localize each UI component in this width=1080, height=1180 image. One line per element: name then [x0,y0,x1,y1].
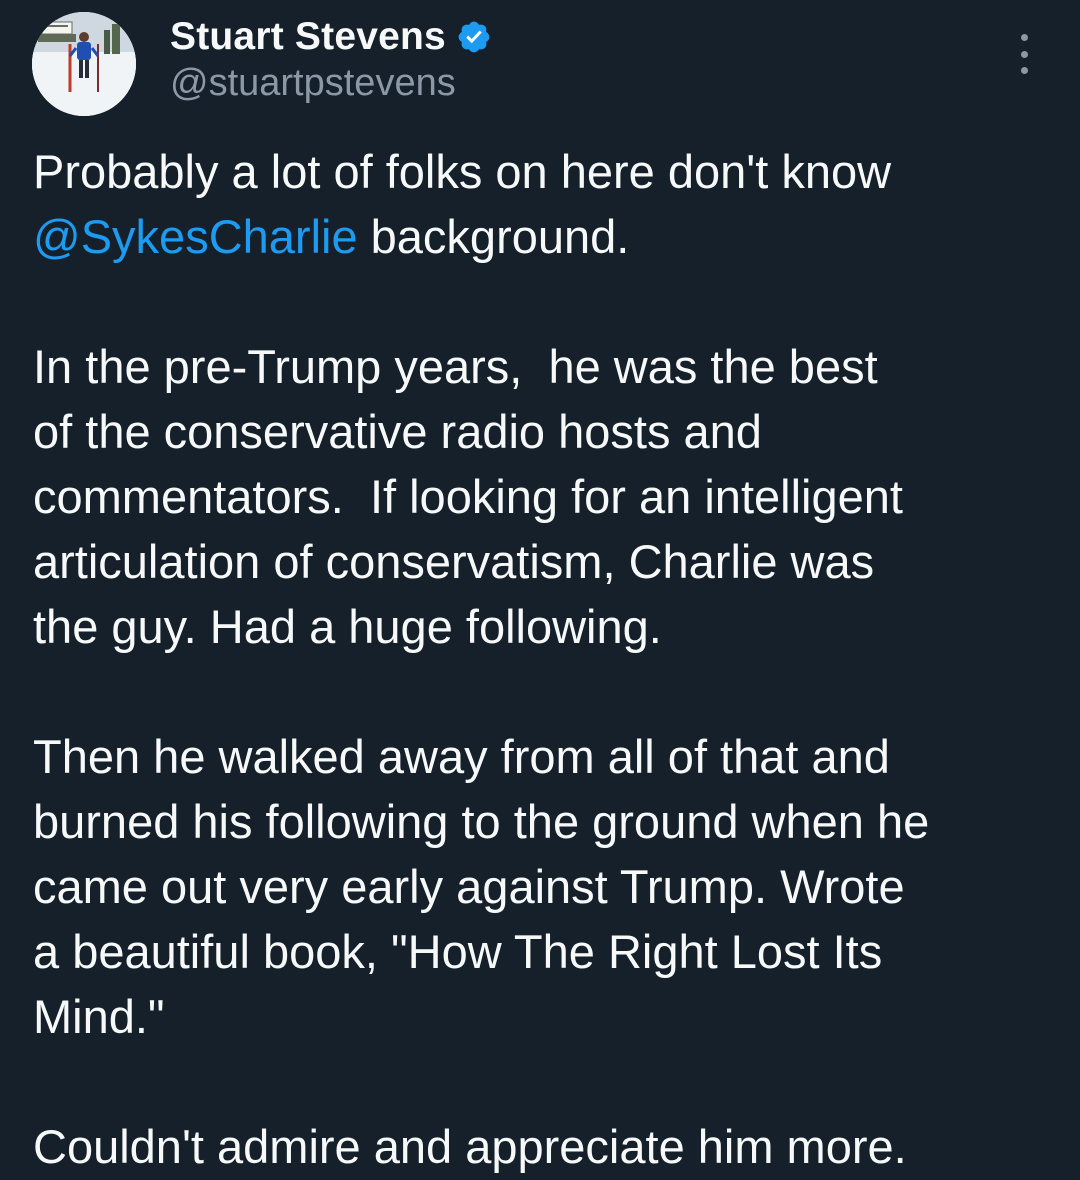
more-dot [1020,50,1028,58]
tweet-text: Probably a lot of folks on here don't kn… [33,139,1050,1179]
more-dot [1020,34,1028,41]
p3-line: a beautiful book, "How The Right Lost It… [33,925,883,978]
display-name-row: Stuart Stevens [170,14,492,60]
paragraph-2: In the pre-Trump years, he was the best o… [33,334,1050,659]
author-avatar[interactable] [32,12,136,116]
p2-line: articulation of conservatism, Charlie wa… [33,535,875,588]
paragraph-1: Probably a lot of folks on here don't kn… [33,139,1050,269]
p1-prefix: Probably a lot of folks on here don't kn… [33,145,892,198]
mention-link[interactable]: @SykesCharlie [33,210,358,263]
paragraph-4: Couldn't admire and appreciate him more. [33,1114,1050,1179]
p3-line: came out very early against Trump. Wrote [33,860,905,913]
p4-line: Couldn't admire and appreciate him more. [33,1120,907,1173]
p1-suffix: background. [357,210,630,263]
author-handle[interactable]: @stuartpstevens [170,62,492,105]
verified-badge-icon[interactable] [456,19,492,55]
more-dot [1020,67,1028,74]
tweet-card: Stuart Stevens @stuartpstevens Probably … [0,0,1080,1180]
p2-line: the guy. Had a huge following. [33,600,662,653]
p2-line: commentators. If looking for an intellig… [33,470,903,523]
avatar-photo-icon [32,12,136,116]
p3-line: Mind." [33,990,165,1043]
author-names: Stuart Stevens @stuartpstevens [170,14,492,105]
tweet-header: Stuart Stevens @stuartpstevens [32,10,1050,120]
more-options-icon[interactable] [1016,34,1032,74]
p2-line: In the pre-Trump years, he was the best [33,340,878,393]
paragraph-3: Then he walked away from all of that and… [33,724,1050,1049]
p3-line: Then he walked away from all of that and [33,730,890,783]
p2-line: of the conservative radio hosts and [33,405,762,458]
author-display-name[interactable]: Stuart Stevens [170,15,446,59]
p3-line: burned his following to the ground when … [33,795,930,848]
